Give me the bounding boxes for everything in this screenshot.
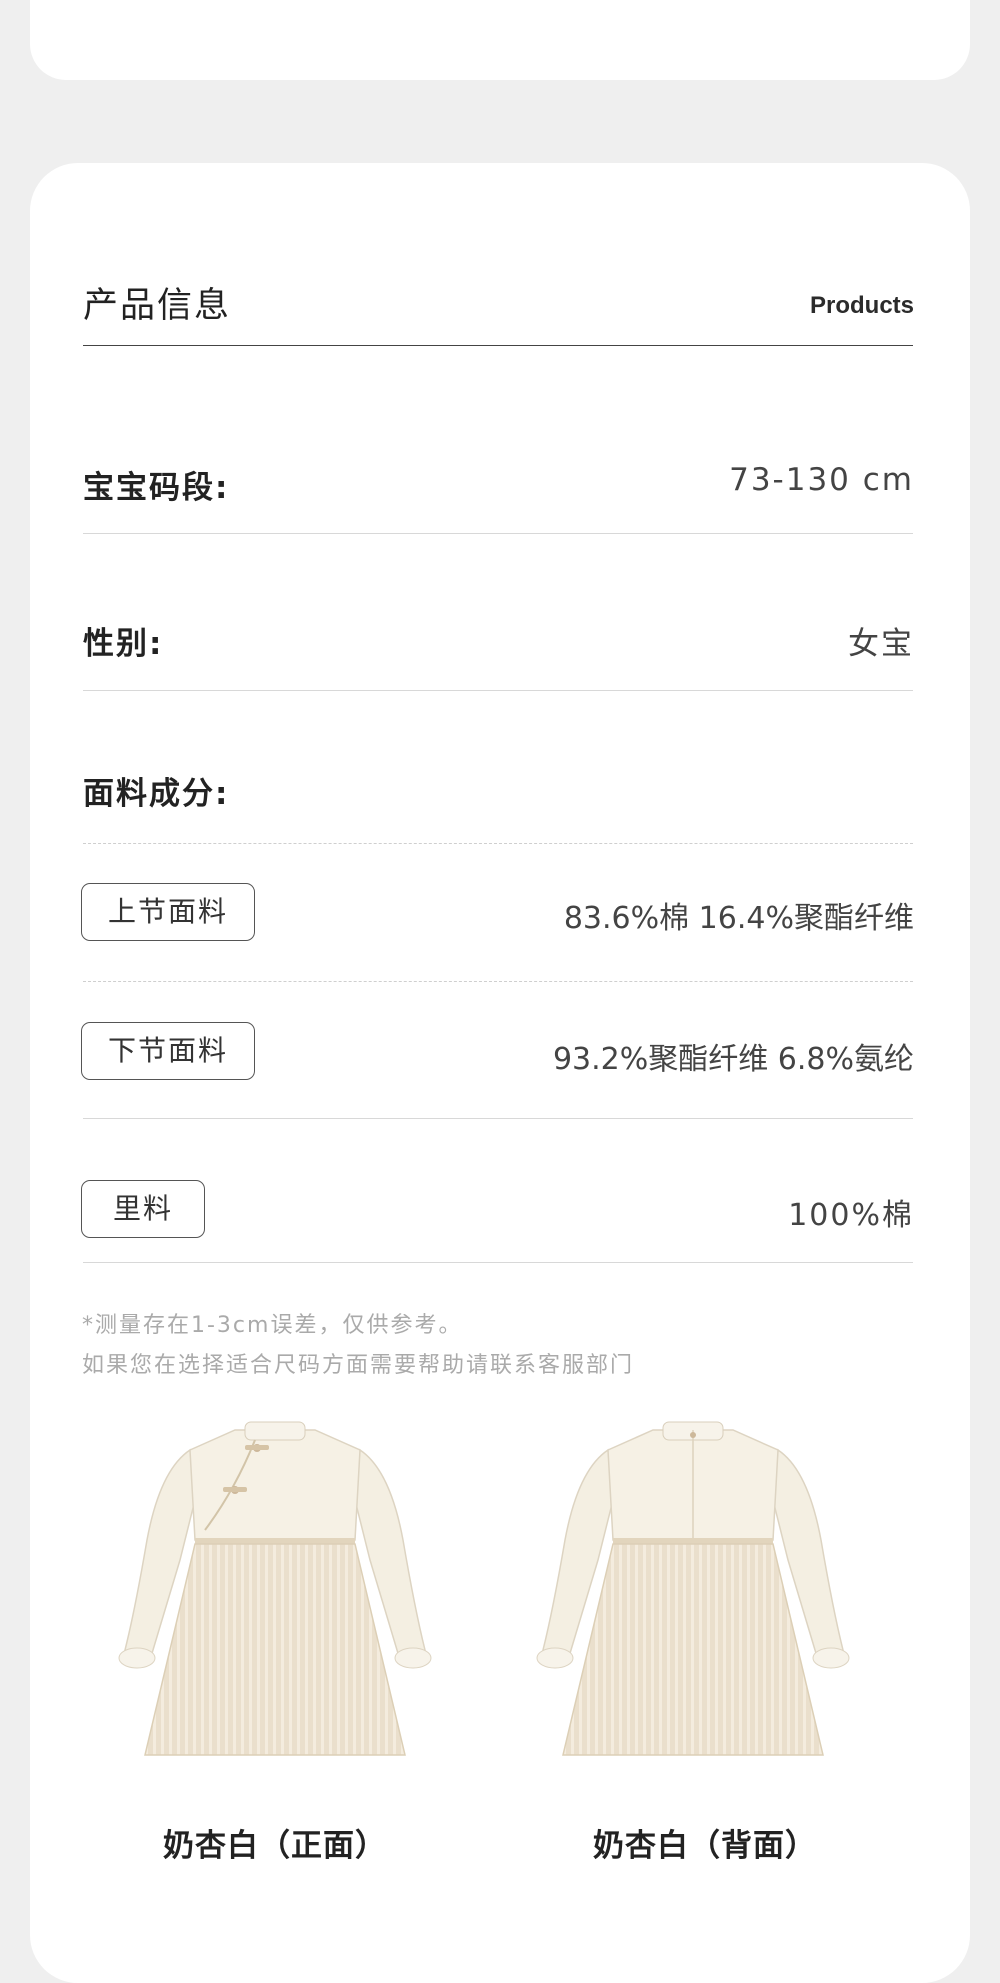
section-title: 产品信息 — [83, 286, 232, 326]
upper-fabric-value: 83.6%棉 16.4%聚酯纤维 — [563, 901, 914, 936]
lining-tag: 里料 — [81, 1180, 205, 1238]
row-divider — [83, 1118, 913, 1119]
gender-value: 女宝 — [848, 626, 914, 662]
product-caption-front: 奶杏白（正面） — [163, 1828, 387, 1864]
gender-label: 性别: — [83, 626, 164, 662]
lining-value: 100%棉 — [788, 1198, 914, 1233]
fabric-heading: 面料成分: — [83, 776, 230, 812]
dress-front-icon — [118, 1421, 432, 1756]
help-note: 如果您在选择适合尺码方面需要帮助请联系客服部门 — [82, 1353, 635, 1378]
product-caption-back: 奶杏白（背面） — [593, 1828, 817, 1864]
row-divider — [83, 1262, 913, 1263]
dress-back-image — [523, 1410, 863, 1770]
size-value: 73-130 cm — [729, 462, 914, 498]
dress-back-icon — [536, 1421, 850, 1756]
row-divider — [83, 690, 913, 691]
section-subtitle: Products — [809, 292, 914, 319]
measurement-note: *测量存在1-3cm误差，仅供参考。 — [82, 1313, 463, 1338]
title-divider — [83, 345, 913, 346]
lower-fabric-value: 93.2%聚酯纤维 6.8%氨纶 — [552, 1042, 914, 1077]
dashed-divider — [83, 981, 913, 982]
row-divider — [83, 533, 913, 534]
size-label: 宝宝码段: — [83, 470, 230, 506]
previous-card — [30, 0, 970, 80]
dashed-divider — [83, 843, 913, 844]
upper-fabric-tag: 上节面料 — [81, 883, 255, 941]
lower-fabric-tag: 下节面料 — [81, 1022, 255, 1080]
dress-front-image — [105, 1410, 445, 1770]
